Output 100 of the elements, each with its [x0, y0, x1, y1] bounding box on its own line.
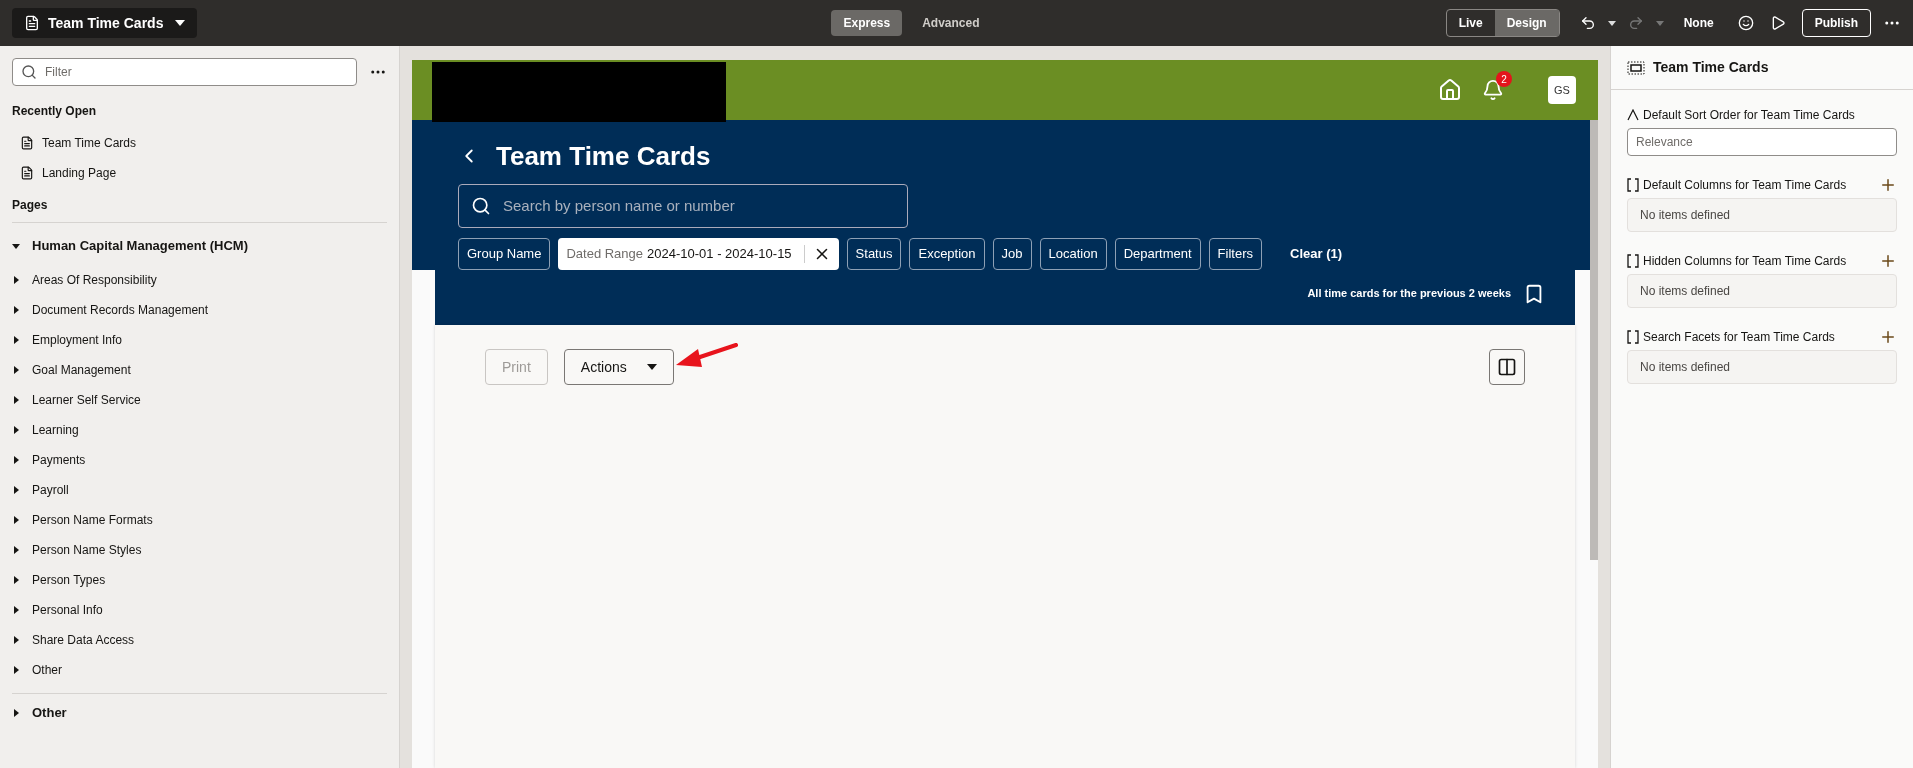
tree-item[interactable]: Person Name Formats [12, 505, 387, 535]
tree-item[interactable]: Employment Info [12, 325, 387, 355]
tree-item[interactable]: Person Types [12, 565, 387, 595]
bracket-icon [1627, 330, 1639, 344]
recent-item[interactable]: Landing Page [12, 158, 387, 188]
bracket-icon [1627, 254, 1639, 268]
page-title: Team Time Cards [496, 139, 711, 173]
caret-down-icon [175, 20, 186, 26]
component-icon [1627, 60, 1645, 75]
caret-down-icon [646, 364, 657, 370]
tree-item[interactable]: Share Data Access [12, 625, 387, 655]
caret-right-icon[interactable] [12, 666, 20, 674]
caret-right-icon[interactable] [12, 486, 20, 494]
property-label: Search Facets for Team Time Cards [1643, 329, 1836, 346]
smiley-icon[interactable] [1737, 15, 1754, 31]
tree-item-label[interactable]: Learning [32, 421, 79, 439]
tree-item[interactable]: Goal Management [12, 355, 387, 385]
tree-item[interactable]: Other [12, 698, 387, 728]
text-property-icon [1627, 109, 1639, 121]
tree-item[interactable]: Human Capital Management (HCM) [12, 231, 387, 261]
tree-item-label[interactable]: Payroll [32, 481, 69, 499]
caret-right-icon[interactable] [12, 426, 20, 434]
publish-button[interactable]: Publish [1801, 9, 1871, 37]
tree-item[interactable]: Other [12, 655, 387, 685]
caret-right-icon[interactable] [12, 276, 20, 284]
columns-icon [1497, 357, 1517, 377]
caret-right-icon[interactable] [12, 366, 20, 374]
search-icon [21, 64, 37, 80]
caret-right-icon[interactable] [12, 576, 20, 584]
add-icon[interactable] [1879, 328, 1897, 346]
layout-button[interactable] [1489, 349, 1525, 385]
caret-right-icon[interactable] [12, 636, 20, 644]
sort-order-field[interactable]: Relevance [1627, 128, 1897, 156]
tree-item-label[interactable]: Other [32, 703, 67, 723]
filter-input[interactable]: Filter [45, 63, 348, 81]
recent-item[interactable]: Team Time Cards [12, 128, 387, 158]
tree-item-label[interactable]: Learner Self Service [32, 391, 141, 409]
notification-badge: 2 [1496, 71, 1512, 87]
search-icon [471, 196, 491, 216]
mode-tab[interactable]: Express [831, 10, 903, 36]
tree-item-label[interactable]: Person Types [32, 571, 106, 589]
tree-item-label[interactable]: Person Name Formats [32, 511, 153, 529]
section-heading: Recently Open [12, 103, 98, 120]
clear-link[interactable]: Clear (1) [1290, 244, 1343, 264]
caret-right-icon[interactable] [12, 516, 20, 524]
caret-right-icon[interactable] [12, 709, 20, 717]
caret-right-icon[interactable] [12, 606, 20, 614]
tree-item-label[interactable]: Share Data Access [32, 631, 135, 649]
caret-down-icon[interactable] [12, 242, 20, 250]
chip-value: 2024-10-01 - 2024-10-15 [647, 245, 792, 264]
mode-tab[interactable]: Advanced [910, 10, 992, 36]
tree-item-label[interactable]: Payments [32, 451, 86, 469]
tree-item[interactable]: Payroll [12, 475, 387, 505]
file-icon [20, 166, 34, 180]
tree-item[interactable]: Learner Self Service [12, 385, 387, 415]
tree-item[interactable]: Payments [12, 445, 387, 475]
filter-chip[interactable]: Dated Range 2024-10-01 - 2024-10-15 [558, 238, 839, 270]
redo-icon[interactable] [1627, 15, 1644, 31]
user-avatar[interactable]: GS [1548, 76, 1576, 104]
empty-list: No items defined [1627, 198, 1897, 232]
translation-selector[interactable]: None [1683, 14, 1714, 32]
caret-right-icon[interactable] [12, 396, 20, 404]
bracket-icon [1627, 178, 1639, 192]
tree-item-label[interactable]: Person Name Styles [32, 541, 142, 559]
filter-field[interactable]: Filter [12, 58, 357, 86]
tree-item[interactable]: Person Name Styles [12, 535, 387, 565]
tree-item[interactable]: Learning [12, 415, 387, 445]
tree-item-label[interactable]: Document Records Management [32, 301, 209, 319]
toolbar-button[interactable]: Actions [563, 349, 674, 385]
tree-item-label[interactable]: Other [32, 661, 62, 679]
page-switcher[interactable]: Team Time Cards [12, 8, 198, 38]
tree-item[interactable]: Personal Info [12, 595, 387, 625]
view-toggle[interactable]: Live [1446, 10, 1495, 36]
caret-right-icon[interactable] [12, 336, 20, 344]
caret-right-icon[interactable] [12, 456, 20, 464]
home-icon[interactable] [1438, 78, 1462, 102]
tree-item-label[interactable]: Goal Management [32, 361, 131, 379]
tree-item[interactable]: Document Records Management [12, 295, 387, 325]
panel-title: Team Time Cards [1653, 58, 1769, 77]
search-field[interactable]: Search by person name or number [458, 184, 908, 228]
sort-order-input[interactable]: Relevance [1636, 133, 1888, 151]
add-icon[interactable] [1879, 176, 1897, 194]
tree-item[interactable]: Areas Of Responsibility [12, 265, 387, 295]
caret-right-icon[interactable] [12, 546, 20, 554]
search-input[interactable]: Search by person name or number [503, 194, 895, 218]
property-label: Default Sort Order for Team Time Cards [1643, 107, 1855, 124]
empty-list: No items defined [1627, 350, 1897, 384]
undo-icon[interactable] [1579, 15, 1596, 31]
caret-right-icon[interactable] [12, 306, 20, 314]
empty-list: No items defined [1627, 274, 1897, 308]
add-icon[interactable] [1879, 252, 1897, 270]
tree-item-label[interactable]: Human Capital Management (HCM) [32, 236, 248, 256]
tree-item-label[interactable]: Personal Info [32, 601, 103, 619]
tree-item-label[interactable]: Areas Of Responsibility [32, 271, 157, 289]
saved-search-label: All time cards for the previous 2 weeks [1307, 286, 1511, 302]
tree-item-label[interactable]: Employment Info [32, 331, 123, 349]
caret-down-icon[interactable] [1607, 20, 1616, 26]
section-heading: Pages [12, 197, 49, 214]
property-label: Hidden Columns for Team Time Cards [1643, 253, 1848, 270]
view-toggle[interactable]: Design [1494, 10, 1559, 36]
